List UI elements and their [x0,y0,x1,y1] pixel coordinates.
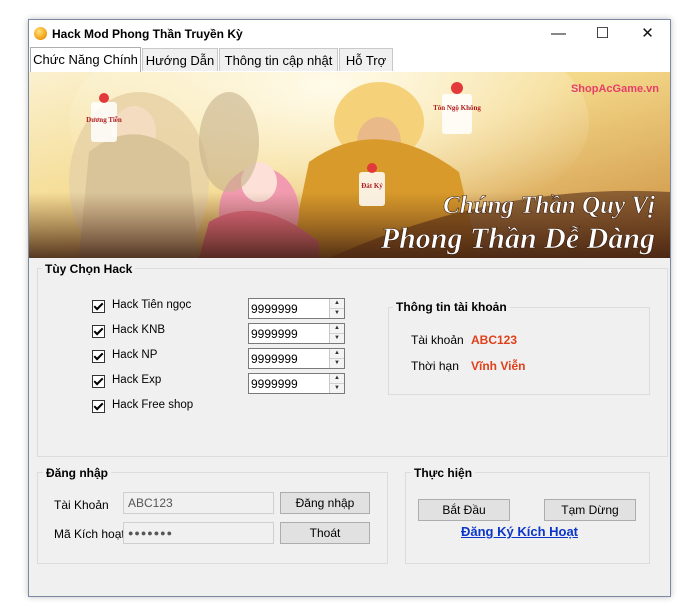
value-knb[interactable]: 9999999 [251,327,298,341]
badge-dat-ky: Đát Kỷ [361,182,383,190]
tab-update-info[interactable]: Thông tin cập nhật [219,48,338,71]
value-stepper-tien-ngoc[interactable]: 9999999 ▲ ▼ [248,298,345,319]
checkbox-knb[interactable] [92,325,105,338]
label-tien-ngoc: Hack Tiên ngọc [112,299,192,311]
start-button[interactable]: Bắt Đầu [418,499,510,521]
account-input[interactable]: ABC123 [123,492,274,514]
banner-slogan-line1: Chúng Thần Quy Vị [443,192,655,219]
value-stepper-knb[interactable]: 9999999 ▲ ▼ [248,323,345,344]
register-activation-link[interactable]: Đăng Ký Kích Hoạt [461,524,578,539]
spin-down-icon[interactable]: ▼ [330,384,344,393]
account-value: ABC123 [471,333,518,347]
execute-title: Thực hiện [411,466,476,480]
banner-slogan-line2: Phong Thần Dễ Dàng [380,222,655,255]
value-tien-ngoc[interactable]: 9999999 [251,302,298,316]
value-exp[interactable]: 9999999 [251,377,298,391]
checkbox-tien-ngoc[interactable] [92,300,105,313]
maximize-button[interactable]: ☐ [580,20,625,48]
value-np[interactable]: 9999999 [251,352,298,366]
banner-watermark: ShopAcGame.vn [571,83,659,95]
account-info-group [388,307,650,395]
spin-up-icon[interactable]: ▲ [330,299,344,309]
label-exp: Hack Exp [112,374,162,386]
app-window: Hack Mod Phong Thần Truyền Kỳ — ☐ ✕ Chức… [28,19,671,597]
login-button[interactable]: Đăng nhập [280,492,370,514]
spin-up-icon[interactable]: ▲ [330,349,344,359]
tab-bar: Chức Năng Chính Hướng Dẫn Thông tin cập … [29,47,670,73]
login-account-label: Tài Khoản [54,498,109,512]
activation-code-label: Mã Kích hoạt [54,527,125,541]
label-np: Hack NP [112,349,158,361]
exit-button[interactable]: Thoát [280,522,370,544]
checkbox-exp[interactable] [92,375,105,388]
account-label: Tài khoản [411,333,464,347]
app-logo-icon [34,27,47,40]
hack-options-title: Tùy Chọn Hack [42,262,136,276]
account-info-title: Thông tin tài khoản [393,300,510,314]
minimize-button[interactable]: — [536,20,581,48]
banner-artwork: Tôn Ngộ Không Đát Kỷ Dương Tiễn ShopAcGa… [29,72,670,258]
label-knb: Hack KNB [112,324,166,336]
close-button[interactable]: ✕ [625,20,670,48]
tab-guide[interactable]: Hướng Dẫn [142,48,218,71]
checkbox-np[interactable] [92,350,105,363]
spin-up-icon[interactable]: ▲ [330,324,344,334]
pause-button[interactable]: Tạm Dừng [544,499,636,521]
badge-duong-tien: Dương Tiễn [86,116,122,124]
title-bar: Hack Mod Phong Thần Truyền Kỳ — ☐ ✕ [29,20,670,48]
checkbox-free-shop[interactable] [92,400,105,413]
expiry-value: Vĩnh Viễn [471,359,526,373]
spin-up-icon[interactable]: ▲ [330,374,344,384]
spin-down-icon[interactable]: ▼ [330,359,344,368]
activation-code-input[interactable]: ●●●●●●● [123,522,274,544]
value-stepper-exp[interactable]: 9999999 ▲ ▼ [248,373,345,394]
label-free-shop: Hack Free shop [112,399,194,411]
tab-support[interactable]: Hỗ Trợ [339,48,393,71]
value-stepper-np[interactable]: 9999999 ▲ ▼ [248,348,345,369]
window-title: Hack Mod Phong Thần Truyền Kỳ [52,27,243,41]
tab-main-functions[interactable]: Chức Năng Chính [30,47,141,72]
game-banner: Tôn Ngộ Không Đát Kỷ Dương Tiễn ShopAcGa… [29,72,670,258]
expiry-label: Thời hạn [411,359,459,373]
spin-down-icon[interactable]: ▼ [330,309,344,318]
login-title: Đăng nhập [43,466,111,480]
badge-ton-ngo-khong: Tôn Ngộ Không [433,104,481,112]
spin-down-icon[interactable]: ▼ [330,334,344,343]
login-group [37,472,388,564]
